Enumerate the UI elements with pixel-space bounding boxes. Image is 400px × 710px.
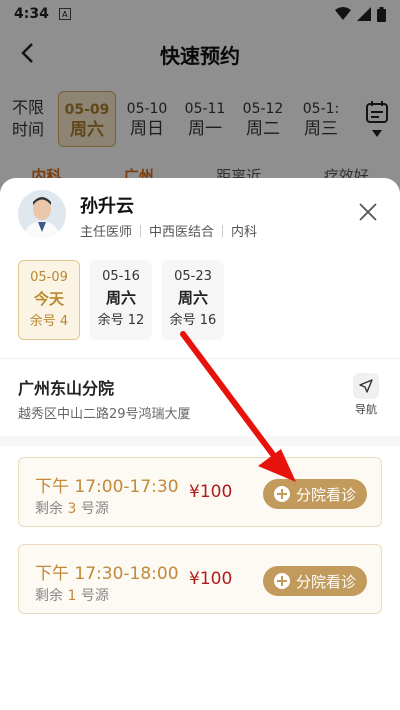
branch-visit-button[interactable]: 分院看诊 xyxy=(263,479,367,509)
day-card-remain: 余号 4 xyxy=(29,314,69,329)
close-icon xyxy=(359,203,377,221)
slot-remain-suffix: 号源 xyxy=(76,588,109,604)
day-cards: 05-09 今天 余号 4 05-16 周六 余号 12 05-23 周六 余号… xyxy=(18,260,224,340)
branch-info: 广州东山分院 越秀区中山二路29号鸿瑞大厦 导航 xyxy=(0,358,400,436)
slot-remain-prefix: 剩余 xyxy=(35,501,68,517)
doctor-meta: 主任医师 中西医结合 内科 xyxy=(80,221,257,240)
slot-remain-prefix: 剩余 xyxy=(35,588,68,604)
doctor-type: 中西医结合 xyxy=(149,225,215,240)
day-card-week: 今天 xyxy=(33,290,64,308)
doctor-info: 孙升云 主任医师 中西医结合 内科 xyxy=(18,190,382,246)
branch-visit-button[interactable]: 分院看诊 xyxy=(263,566,367,596)
doctor-dept: 内科 xyxy=(231,225,258,240)
divider xyxy=(140,224,142,237)
branch-name: 广州东山分院 xyxy=(18,379,115,398)
day-card[interactable]: 05-16 周六 余号 12 xyxy=(90,260,152,340)
navigate-label: 导航 xyxy=(355,403,377,416)
day-card-week: 周六 xyxy=(105,289,136,307)
navigate-icon-box xyxy=(353,373,379,399)
appointment-sheet: 孙升云 主任医师 中西医结合 内科 05-09 今天 余号 4 05-16 周六… xyxy=(0,178,400,710)
doctor-avatar xyxy=(18,190,66,238)
slot-time: 下午 17:30-18:00 xyxy=(35,564,179,584)
slot-price: ¥100 xyxy=(189,569,233,589)
slot-price: ¥100 xyxy=(189,482,233,502)
navigate-arrow-icon xyxy=(359,379,373,393)
slot-remain: 剩余 3 号源 xyxy=(35,498,109,518)
day-card-remain: 余号 12 xyxy=(97,313,145,328)
branch-address: 越秀区中山二路29号鸿瑞大厦 xyxy=(18,407,191,422)
time-slot-card: 下午 17:30-18:00 剩余 1 号源 ¥100 分院看诊 xyxy=(18,544,382,614)
branch-visit-label: 分院看诊 xyxy=(295,572,356,591)
time-slot-card: 下午 17:00-17:30 剩余 3 号源 ¥100 分院看诊 xyxy=(18,457,382,527)
day-card-date: 05-23 xyxy=(174,269,212,284)
day-card-date: 05-09 xyxy=(30,270,68,285)
day-card[interactable]: 05-23 周六 余号 16 xyxy=(162,260,224,340)
day-card-remain: 余号 16 xyxy=(169,313,217,328)
slot-remain: 剩余 1 号源 xyxy=(35,585,109,605)
section-gap xyxy=(0,436,400,446)
slot-remain-suffix: 号源 xyxy=(76,501,109,517)
plus-icon xyxy=(273,486,290,502)
day-card[interactable]: 05-09 今天 余号 4 xyxy=(18,260,80,340)
navigate-button[interactable]: 导航 xyxy=(348,373,384,417)
branch-visit-label: 分院看诊 xyxy=(295,485,356,504)
slot-time: 下午 17:00-17:30 xyxy=(35,477,179,497)
day-card-week: 周六 xyxy=(177,289,208,307)
divider xyxy=(222,224,224,237)
close-button[interactable] xyxy=(354,198,382,226)
doctor-title: 主任医师 xyxy=(80,225,133,240)
plus-icon xyxy=(273,573,290,589)
doctor-name: 孙升云 xyxy=(80,196,134,217)
day-card-date: 05-16 xyxy=(102,269,140,284)
